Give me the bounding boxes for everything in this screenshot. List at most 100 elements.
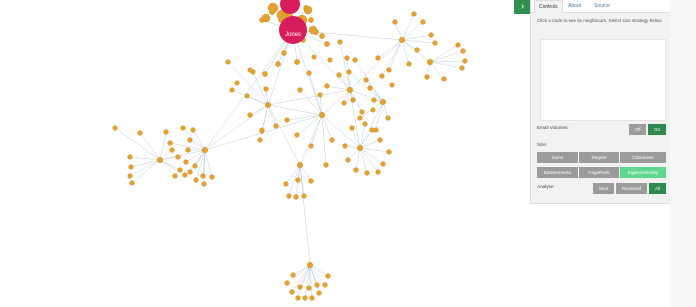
graph-node[interactable] [380,161,386,167]
graph-node[interactable] [327,57,333,63]
graph-node[interactable] [406,61,412,67]
network-graph[interactable]: Jones [0,0,530,307]
graph-node[interactable] [420,19,426,25]
graph-node[interactable] [325,273,331,279]
graph-node[interactable] [441,76,447,82]
graph-node[interactable] [306,70,312,76]
graph-node[interactable] [336,72,342,78]
graph-node[interactable] [286,193,292,199]
tab-about[interactable]: About [568,0,581,12]
graph-node[interactable] [259,127,265,133]
graph-node[interactable] [363,77,369,83]
graph-node[interactable] [342,143,348,149]
graph-node[interactable] [380,98,387,105]
graph-node[interactable] [392,19,398,25]
size-betweenness-button[interactable]: Betweenness [537,167,578,178]
graph-node[interactable] [309,295,315,301]
graph-node[interactable] [127,154,133,160]
graph-node[interactable] [244,93,250,99]
graph-node[interactable] [167,140,173,146]
analyse-sent-button[interactable]: Sent [593,183,614,194]
graph-node[interactable] [347,86,354,93]
graph-node[interactable] [319,111,326,118]
graph-node[interactable] [302,295,308,301]
graph-node[interactable] [294,132,300,138]
graph-node[interactable] [190,127,196,133]
graph-node[interactable] [411,11,417,17]
graph-node[interactable] [234,80,240,86]
graph-node[interactable] [353,167,359,173]
panel-toggle-button[interactable]: › [514,0,531,14]
graph-node[interactable] [322,282,328,288]
highlighted-node-cluster[interactable]: Jones [279,0,307,44]
graph-node[interactable] [308,143,314,149]
email-volumes-on-button[interactable]: On [648,124,666,135]
graph-node[interactable] [362,121,368,127]
graph-node[interactable] [247,67,253,73]
graph-node[interactable] [297,284,303,290]
graph-node[interactable] [283,181,289,187]
size-pagerank-button[interactable]: PageRank [579,167,619,178]
graph-node[interactable] [386,67,392,73]
graph-node[interactable] [432,40,438,46]
graph-node[interactable] [209,174,215,180]
graph-node[interactable] [257,137,263,143]
graph-node[interactable] [324,83,330,89]
graph-node[interactable] [265,101,272,108]
graph-node[interactable] [414,47,420,53]
graph-node[interactable] [192,163,198,169]
tab-source[interactable]: Source [594,0,610,12]
graph-node[interactable] [187,137,193,143]
graph-node[interactable] [371,97,377,103]
graph-node[interactable] [261,13,271,23]
graph-node[interactable] [267,2,279,14]
graph-node[interactable] [316,290,322,296]
graph-node[interactable] [345,157,351,163]
graph-node[interactable] [386,149,392,155]
graph-node[interactable] [352,57,358,63]
graph-node[interactable] [317,92,323,98]
graph-node[interactable] [303,5,313,15]
scrollbar-gutter[interactable] [670,0,696,307]
graph-node[interactable] [307,262,314,269]
graph-node[interactable] [460,48,466,54]
graph-node[interactable] [200,173,206,179]
graph-node[interactable] [459,65,465,71]
graph-node[interactable] [385,115,391,121]
graph-node[interactable] [281,50,287,56]
graph-node[interactable] [370,107,376,113]
graph-node[interactable] [379,73,385,79]
graph-node[interactable] [290,272,296,278]
graph-node[interactable] [308,17,314,23]
graph-node[interactable] [229,87,235,93]
graph-node[interactable] [293,194,299,200]
graph-node[interactable] [295,177,301,183]
graph-node[interactable] [284,280,290,286]
graph-node[interactable] [357,144,364,151]
graph-node[interactable] [308,178,314,184]
graph-node[interactable] [427,59,434,66]
size-closeness-button[interactable]: Closeness [620,152,666,163]
graph-node[interactable] [201,181,207,187]
graph-node[interactable] [399,37,406,44]
graph-node[interactable] [344,55,350,61]
graph-node[interactable] [172,173,178,179]
graph-node[interactable] [323,162,329,168]
graph-node[interactable] [294,59,300,65]
graph-node[interactable] [324,41,330,47]
graph-node[interactable] [373,127,379,133]
graph-node[interactable] [295,295,301,301]
graph-node[interactable] [375,55,381,61]
size-eigencentrality-button[interactable]: Eigencentrality [620,167,666,178]
graph-node[interactable] [284,117,290,123]
graph-node[interactable] [225,59,231,65]
analyse-all-button[interactable]: All [649,183,666,194]
graph-node[interactable] [389,82,395,88]
graph-node[interactable] [112,125,118,131]
graph-node[interactable] [359,109,365,115]
graph-node[interactable] [297,161,304,168]
graph-node[interactable] [289,289,295,295]
graph-node[interactable] [301,193,307,199]
graph-node[interactable] [193,177,199,183]
graph-node[interactable] [201,146,208,153]
